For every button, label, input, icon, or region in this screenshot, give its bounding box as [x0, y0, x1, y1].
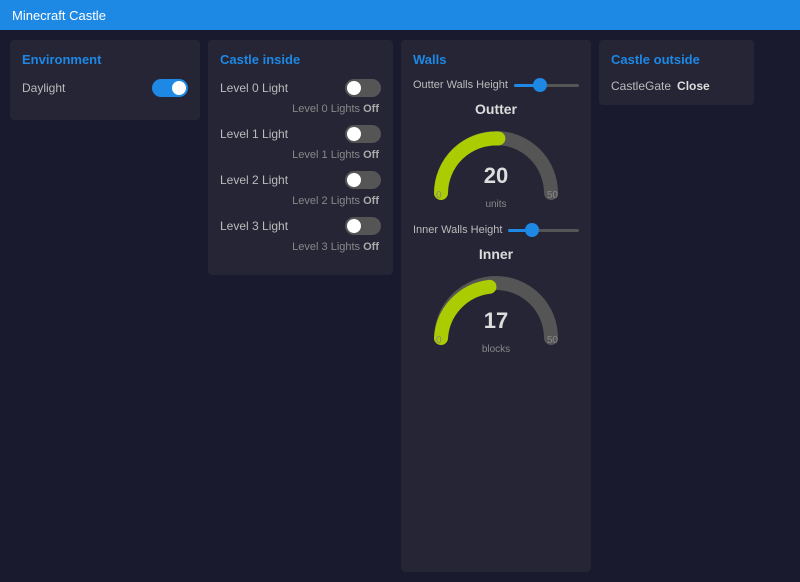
inner-gauge-container: Inner 17 0 50 blocks [413, 246, 579, 355]
outter-walls-slider[interactable] [514, 79, 579, 91]
gate-value: Close [677, 79, 710, 93]
app-title: Minecraft Castle [12, 8, 106, 23]
daylight-toggle-track [152, 79, 188, 97]
light-status-2: Level 2 Lights Off [292, 195, 379, 207]
daylight-label: Daylight [22, 81, 65, 95]
castle-inside-title: Castle inside [220, 52, 381, 67]
gate-row: CastleGate Close [611, 79, 742, 93]
light-row-1: Level 1 Light [220, 125, 381, 143]
gate-label: CastleGate [611, 79, 671, 93]
inner-gauge-min: 0 [436, 335, 442, 346]
light-row-2: Level 2 Light [220, 171, 381, 189]
light-toggle-3[interactable] [345, 217, 381, 235]
outter-walls-height-label: Outter Walls Height [413, 79, 508, 91]
inner-gauge-title: Inner [479, 246, 513, 262]
light-label-3: Level 3 Light [220, 219, 288, 233]
light-row-0: Level 0 Light [220, 79, 381, 97]
light-toggle-thumb-1 [347, 127, 361, 141]
inner-walls-slider[interactable] [508, 224, 579, 236]
walls-panel-title: Walls [413, 52, 579, 67]
main-content: Environment Daylight Castle inside Level… [0, 30, 800, 582]
titlebar: Minecraft Castle [0, 0, 800, 30]
environment-panel: Environment Daylight [10, 40, 200, 120]
inner-gauge-value: 17 [484, 308, 508, 334]
outter-gauge-value: 20 [484, 163, 508, 189]
light-toggle-thumb-0 [347, 81, 361, 95]
inner-gauge-max: 50 [547, 335, 558, 346]
daylight-row: Daylight [22, 79, 188, 97]
daylight-toggle-thumb [172, 81, 186, 95]
inner-slider-track [508, 229, 579, 232]
light-status-row-0: Level 0 Lights Off [220, 99, 381, 117]
inner-walls-height-label: Inner Walls Height [413, 224, 502, 236]
castle-outside-panel: Castle outside CastleGate Close [599, 40, 754, 105]
light-toggle-track-0 [345, 79, 381, 97]
light-toggle-thumb-3 [347, 219, 361, 233]
daylight-toggle[interactable] [152, 79, 188, 97]
castle-outside-title: Castle outside [611, 52, 742, 67]
environment-panel-title: Environment [22, 52, 188, 67]
light-status-row-1: Level 1 Lights Off [220, 145, 381, 163]
light-toggle-track-1 [345, 125, 381, 143]
light-label-0: Level 0 Light [220, 81, 288, 95]
castle-inside-panel: Castle inside Level 0 Light Level 0 Ligh… [208, 40, 393, 275]
outter-gauge-svg [426, 121, 566, 201]
light-label-1: Level 1 Light [220, 127, 288, 141]
outter-gauge-max: 50 [547, 190, 558, 201]
inner-gauge-svg-wrap: 17 0 50 [426, 266, 566, 346]
light-toggle-2[interactable] [345, 171, 381, 189]
outter-walls-height-row: Outter Walls Height [413, 79, 579, 91]
outter-slider-track [514, 84, 579, 87]
light-toggle-0[interactable] [345, 79, 381, 97]
outter-slider-thumb[interactable] [533, 78, 547, 92]
outter-gauge-title: Outter [475, 101, 517, 117]
light-status-row-2: Level 2 Lights Off [220, 191, 381, 209]
light-toggle-thumb-2 [347, 173, 361, 187]
light-label-2: Level 2 Light [220, 173, 288, 187]
light-toggle-1[interactable] [345, 125, 381, 143]
outter-gauge-container: Outter 20 0 50 units [413, 101, 579, 210]
light-status-1: Level 1 Lights Off [292, 149, 379, 161]
walls-panel: Walls Outter Walls Height Outter [401, 40, 591, 572]
light-status-3: Level 3 Lights Off [292, 241, 379, 253]
light-toggle-track-3 [345, 217, 381, 235]
inner-slider-thumb[interactable] [525, 223, 539, 237]
light-status-row-3: Level 3 Lights Off [220, 237, 381, 255]
light-row-3: Level 3 Light [220, 217, 381, 235]
light-status-0: Level 0 Lights Off [292, 103, 379, 115]
light-toggle-track-2 [345, 171, 381, 189]
inner-gauge-svg [426, 266, 566, 346]
outter-gauge-svg-wrap: 20 0 50 [426, 121, 566, 201]
inner-walls-height-row: Inner Walls Height [413, 224, 579, 236]
outter-gauge-min: 0 [436, 190, 442, 201]
